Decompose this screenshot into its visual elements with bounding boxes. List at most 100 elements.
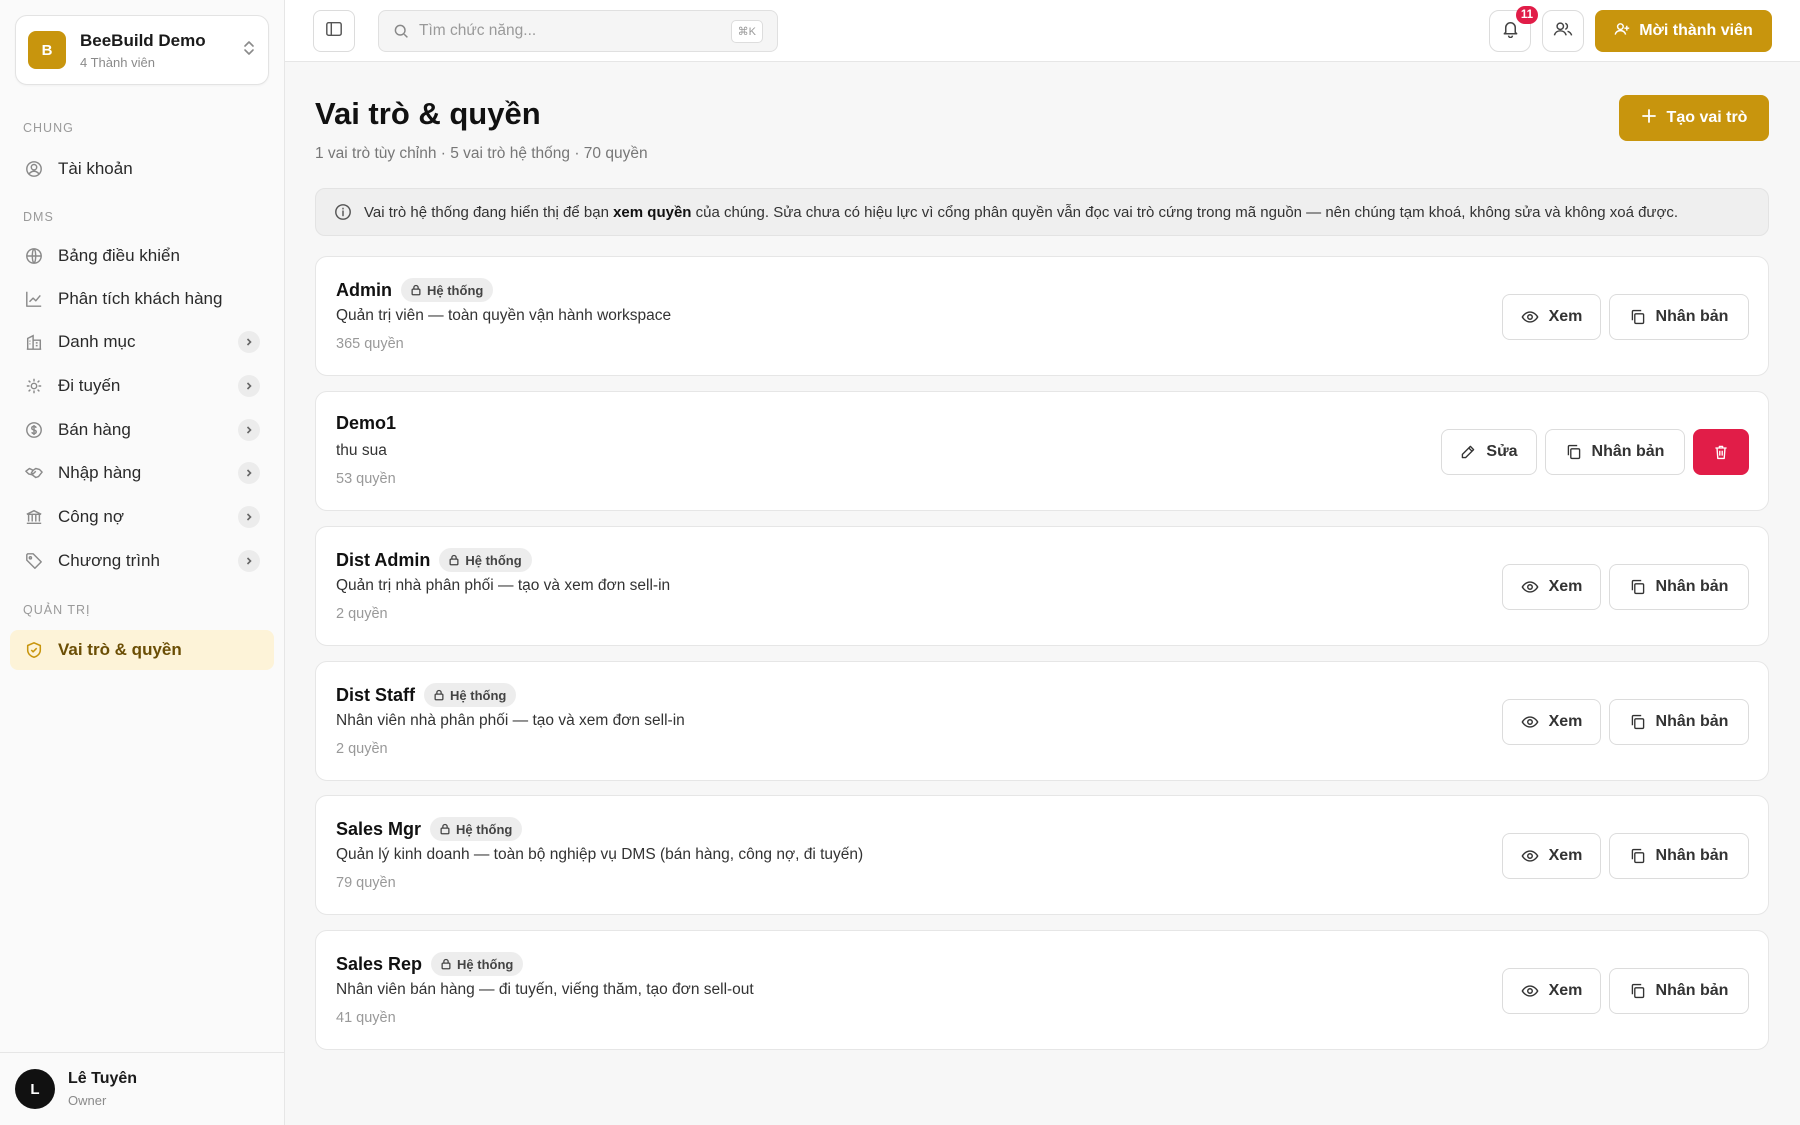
system-badge: Hệ thống	[401, 278, 494, 302]
role-name: Admin	[336, 279, 392, 300]
invite-member-label: Mời thành viên	[1639, 22, 1753, 39]
search-box[interactable]: ⌘K	[378, 10, 778, 52]
edit-label: Sửa	[1486, 443, 1518, 460]
lock-icon	[439, 823, 451, 835]
user-circle-icon	[24, 159, 44, 179]
role-description: Nhân viên bán hàng — đi tuyến, viếng thă…	[336, 981, 754, 998]
dollar-circle-icon	[24, 420, 44, 440]
delete-role-button[interactable]	[1693, 429, 1749, 475]
eye-icon	[1521, 982, 1539, 1000]
workspace-members: 4 Thành viên	[80, 54, 155, 70]
role-name: Dist Staff	[336, 684, 416, 705]
sidebar-item-programs[interactable]: Chương trình	[10, 541, 274, 581]
sidebar-item-purchasing[interactable]: Nhập hàng	[10, 453, 274, 493]
role-card: Dist Staff Hệ thống Nhân viên nhà phân p…	[315, 661, 1769, 781]
role-actions: Xem Nhân bản	[1502, 564, 1749, 610]
system-badge-label: Hệ thống	[427, 282, 484, 298]
view-role-button[interactable]: Xem	[1502, 699, 1601, 745]
role-permission-count: 365 quyền	[336, 336, 404, 352]
sidebar-item-label: Phân tích khách hàng	[58, 289, 223, 308]
nav-section-admin: QUẢN TRỊ	[23, 603, 91, 617]
user-profile[interactable]: L Lê Tuyên Owner	[0, 1052, 284, 1125]
lock-icon	[448, 554, 460, 566]
nav-section-dms: DMS	[23, 210, 54, 224]
role-actions: Xem Nhân bản	[1502, 294, 1749, 340]
role-card: Dist Admin Hệ thống Quản trị nhà phân ph…	[315, 526, 1769, 646]
system-badge-label: Hệ thống	[456, 821, 513, 837]
role-name: Sales Rep	[336, 953, 423, 974]
trash-icon	[1713, 444, 1729, 460]
create-role-label: Tạo vai trò	[1666, 109, 1748, 126]
view-role-button[interactable]: Xem	[1502, 564, 1601, 610]
role-card: Admin Hệ thống Quản trị viên — toàn quyề…	[315, 256, 1769, 376]
copy-icon	[1566, 444, 1582, 460]
notice-text: Vai trò hệ thống đang hiển thị để bạn xe…	[364, 203, 1678, 221]
invite-member-button[interactable]: Mời thành viên	[1595, 10, 1772, 52]
chevron-right-icon	[238, 331, 260, 353]
notifications-button[interactable]: 11	[1489, 6, 1538, 52]
sidebar-item-catalog[interactable]: Danh mục	[10, 322, 274, 362]
role-permission-count: 53 quyền	[336, 471, 396, 487]
role-permission-count: 79 quyền	[336, 875, 396, 891]
eye-icon	[1521, 578, 1539, 596]
line-chart-icon	[24, 289, 44, 309]
sidebar-item-customer-analytics[interactable]: Phân tích khách hàng	[10, 279, 274, 319]
view-role-button[interactable]: Xem	[1502, 833, 1601, 879]
users-icon	[1553, 19, 1573, 44]
sidebar-item-label: Đi tuyến	[58, 376, 121, 395]
edit-role-button[interactable]: Sửa	[1441, 429, 1537, 475]
handshake-icon	[24, 463, 44, 483]
system-badge-label: Hệ thống	[457, 956, 514, 972]
sidebar-toggle-button[interactable]	[313, 10, 355, 52]
lock-icon	[410, 284, 422, 296]
workspace-name: BeeBuild Demo	[80, 30, 206, 50]
create-role-button[interactable]: Tạo vai trò	[1619, 95, 1769, 141]
view-label: Xem	[1548, 578, 1583, 595]
sidebar-item-label: Danh mục	[58, 332, 136, 351]
sidebar-item-account[interactable]: Tài khoản	[10, 149, 274, 189]
tag-icon	[24, 551, 44, 571]
duplicate-role-button[interactable]: Nhân bản	[1609, 833, 1749, 879]
role-card: Sales Rep Hệ thống Nhân viên bán hàng — …	[315, 930, 1769, 1050]
route-icon	[24, 376, 44, 396]
duplicate-role-button[interactable]: Nhân bản	[1609, 699, 1749, 745]
view-label: Xem	[1548, 847, 1583, 864]
sidebar-item-sales[interactable]: Bán hàng	[10, 410, 274, 450]
sidebar-item-roles[interactable]: Vai trò & quyền	[10, 630, 274, 670]
sidebar-item-dashboard[interactable]: Bảng điều khiển	[10, 236, 274, 276]
view-role-button[interactable]: Xem	[1502, 294, 1601, 340]
system-badge-label: Hệ thống	[465, 552, 522, 568]
sidebar-item-label: Bảng điều khiển	[58, 246, 180, 265]
lock-icon	[440, 958, 452, 970]
duplicate-label: Nhân bản	[1655, 847, 1729, 864]
chevron-right-icon	[238, 462, 260, 484]
role-actions: Xem Nhân bản	[1502, 968, 1749, 1014]
duplicate-role-button[interactable]: Nhân bản	[1609, 294, 1749, 340]
page-subtitle: 1 vai trò tùy chỉnh · 5 vai trò hệ thống…	[315, 145, 648, 162]
view-role-button[interactable]: Xem	[1502, 968, 1601, 1014]
lock-icon	[433, 689, 445, 701]
globe-icon	[24, 246, 44, 266]
view-label: Xem	[1548, 713, 1583, 730]
duplicate-role-button[interactable]: Nhân bản	[1545, 429, 1685, 475]
duplicate-role-button[interactable]: Nhân bản	[1609, 564, 1749, 610]
chevron-up-down-icon	[242, 39, 256, 62]
system-badge: Hệ thống	[424, 683, 517, 707]
info-icon	[334, 203, 352, 221]
duplicate-role-button[interactable]: Nhân bản	[1609, 968, 1749, 1014]
chevron-right-icon	[238, 506, 260, 528]
page-title: Vai trò & quyền	[315, 96, 541, 131]
sidebar-item-label: Bán hàng	[58, 420, 131, 439]
topbar: ⌘K 11 Mời thành viên	[285, 0, 1800, 62]
workspace-switcher[interactable]: B BeeBuild Demo 4 Thành viên	[15, 15, 269, 85]
role-permission-count: 2 quyền	[336, 606, 388, 622]
sidebar-item-routes[interactable]: Đi tuyến	[10, 366, 274, 406]
members-button[interactable]	[1542, 10, 1584, 52]
info-notice: Vai trò hệ thống đang hiển thị để bạn xe…	[315, 188, 1769, 236]
search-input[interactable]	[419, 22, 731, 40]
plus-icon	[1641, 108, 1657, 129]
sidebar-item-debt[interactable]: Công nợ	[10, 497, 274, 537]
bank-icon	[24, 507, 44, 527]
system-badge: Hệ thống	[439, 548, 532, 572]
workspace-logo: B	[28, 31, 66, 69]
